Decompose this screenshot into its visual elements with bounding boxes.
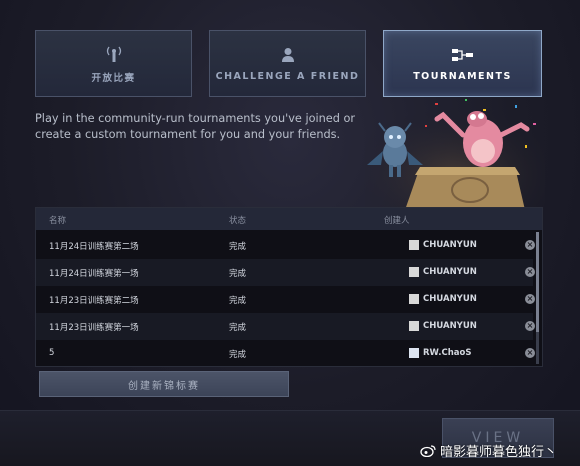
remove-icon[interactable]: × [525,348,535,358]
avatar [409,321,419,331]
table-row[interactable]: 11月23日训练赛第二场 完成 CHUANYUN × [36,286,535,313]
table-row[interactable]: 5 完成 RW.ChaoS × [36,340,535,367]
table-row[interactable]: 11月24日训练赛第一场 完成 CHUANYUN × [36,259,535,286]
tournament-hero-illustration [365,95,545,210]
tab-challenge-friend-label: CHALLENGE A FRIEND [215,71,360,82]
avatar [409,294,419,304]
remove-icon[interactable]: × [525,267,535,277]
row-status: 完成 [229,269,247,279]
avatar [409,267,419,277]
row-creator: CHUANYUN [423,240,477,250]
tab-tournaments-label: TOURNAMENTS [413,71,512,82]
row-name: 11月24日训练赛第二场 [49,242,139,252]
column-header-status: 状态 [229,216,247,226]
table-scrollbar[interactable] [536,232,539,364]
column-header-name: 名称 [49,216,67,226]
row-creator: CHUANYUN [423,267,477,277]
row-creator: CHUANYUN [423,294,477,304]
row-status: 完成 [229,350,247,360]
row-status: 完成 [229,323,247,333]
avatar [409,348,419,358]
row-status: 完成 [229,296,247,306]
table-row[interactable]: 11月24日训练赛第二场 完成 CHUANYUN × [36,232,535,259]
row-name: 11月23日训练赛第二场 [49,296,139,306]
table-header: 名称 状态 创建人 [36,208,542,230]
column-header-creator: 创建人 [384,216,410,226]
tournament-table: 名称 状态 创建人 11月24日训练赛第二场 完成 CHUANYUN × 11月… [35,207,543,367]
remove-icon[interactable]: × [525,294,535,304]
watermark: 暗影暮师暮色独行丶 [420,441,557,460]
row-name: 5 [49,348,55,358]
tab-challenge-friend[interactable]: CHALLENGE A FRIEND [209,30,366,97]
tab-open-match-label: 开放比赛 [91,72,136,84]
weibo-logo-icon [420,444,436,457]
person-icon [281,45,295,65]
remove-icon[interactable]: × [525,321,535,331]
remove-icon[interactable]: × [525,240,535,250]
row-name: 11月24日训练赛第一场 [49,269,139,279]
table-row[interactable]: 11月23日训练赛第一场 完成 CHUANYUN × [36,313,535,340]
broadcast-icon [104,44,124,64]
tab-tournaments[interactable]: TOURNAMENTS [383,30,542,97]
create-tournament-button[interactable]: 创建新锦标赛 [39,371,289,397]
watermark-text: 暗影暮师暮色独行丶 [440,445,558,460]
row-creator: RW.ChaoS [423,348,472,358]
row-status: 完成 [229,242,247,252]
scrollbar-thumb[interactable] [536,232,539,332]
bracket-icon [451,45,475,65]
row-creator: CHUANYUN [423,321,477,331]
tournaments-description: Play in the community-run tournaments yo… [35,112,356,141]
row-name: 11月23日训练赛第一场 [49,323,139,333]
tab-open-match[interactable]: 开放比赛 [35,30,192,97]
avatar [409,240,419,250]
